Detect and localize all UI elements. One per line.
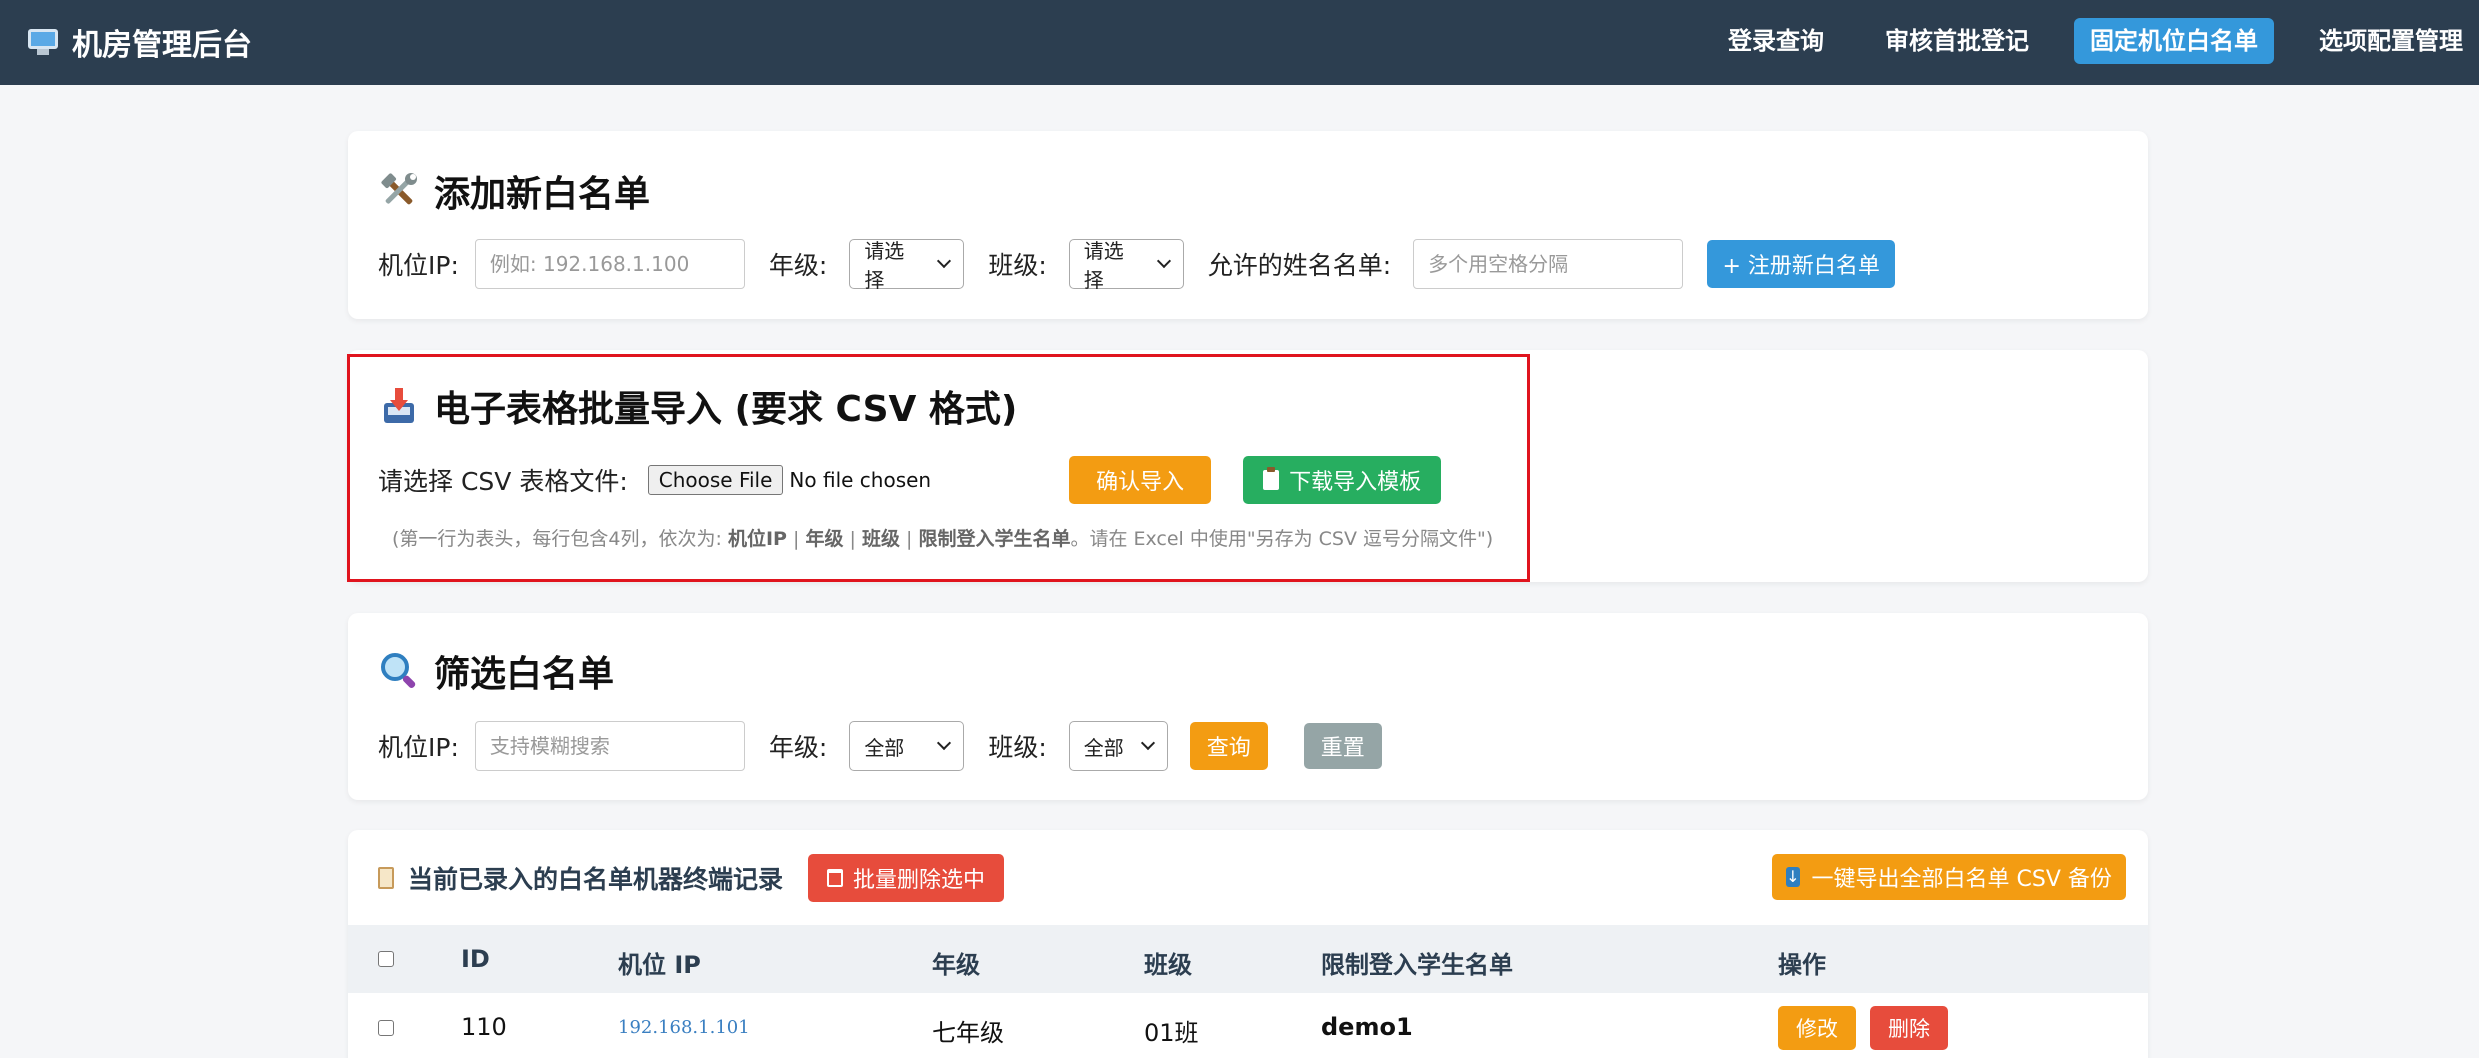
filter-ip-label: 机位IP: [378,733,459,762]
filter-form: 机位IP: 年级: 全部 班级: 全部 查询 重置 [378,721,1382,771]
filter-title: 筛选白名单 [378,645,614,697]
nav-link-options-config[interactable]: 选项配置管理 [2303,18,2479,64]
download-template-button[interactable]: 下载导入模板 [1243,456,1442,504]
inbox-tray-icon [378,385,420,427]
trash-icon [826,869,843,887]
top-nav: 机房管理后台 登录查询 审核首批登记 固定机位白名单 选项配置管理 [0,0,2479,85]
csv-import-card: 电子表格批量导入 (要求 CSV 格式) 请选择 CSV 表格文件: Choos… [348,350,2148,582]
col-grade: 年级 [932,951,980,979]
clipboard-icon [378,867,394,889]
chevron-down-icon [1156,253,1171,269]
chevron-down-icon [1140,735,1155,751]
confirm-import-button[interactable]: 确认导入 [1069,456,1212,504]
filter-class-select[interactable]: 全部 [1068,721,1168,771]
monitor-icon [28,29,58,55]
col-students: 限制登入学生名单 [1321,951,1513,979]
whitelist-table-card: 当前已录入的白名单机器终端记录 批量删除选中 ↓ 一键导出全部白名单 CSV 备… [348,830,2148,1058]
col-ip: 机位 IP [618,951,701,979]
magnifier-icon [378,650,420,692]
nav-links: 登录查询 审核首批登记 固定机位白名单 选项配置管理 [1712,18,2479,64]
clipboard-icon [1263,467,1280,490]
class-select[interactable]: 请选择 [1068,239,1184,292]
table-row: 110 192.168.1.101 七年级 01班 demo1 修改 删除 [348,993,2148,1058]
cell-students: demo1 [1321,1013,1413,1041]
filter-ip-input[interactable] [474,721,745,771]
cell-ip[interactable]: 192.168.1.101 [618,1017,750,1038]
grade-label: 年级: [768,251,828,280]
reset-button[interactable]: 重置 [1303,723,1382,769]
add-whitelist-form: 机位IP: 年级: 请选择 班级: 请选择 允许的姓名名单: + 注册新白名单 [378,239,1896,292]
nav-link-review-registration[interactable]: 审核首批登记 [1869,18,2045,64]
export-csv-button[interactable]: ↓ 一键导出全部白名单 CSV 备份 [1772,854,2126,900]
ip-label: 机位IP: [378,251,459,280]
csv-import-form: 请选择 CSV 表格文件: Choose File No file chosen… [378,455,1442,505]
cell-id: 110 [461,1013,507,1041]
col-class: 班级 [1144,951,1192,979]
nav-link-login-query[interactable]: 登录查询 [1712,18,1840,64]
file-status: No file chosen [789,468,932,492]
grade-select[interactable]: 请选择 [849,239,965,292]
cell-class: 01班 [1144,1019,1199,1047]
filter-class-label: 班级: [988,733,1047,762]
brand: 机房管理后台 [28,22,252,63]
batch-delete-button[interactable]: 批量删除选中 [808,854,1004,902]
names-label: 允许的姓名名单: [1207,251,1392,280]
delete-button[interactable]: 删除 [1870,1006,1948,1050]
filter-grade-select[interactable]: 全部 [849,721,965,771]
table-header: ID 机位 IP 年级 班级 限制登入学生名单 操作 [348,925,2148,993]
tools-icon [378,170,420,212]
col-actions: 操作 [1778,951,1826,979]
add-whitelist-title: 添加新白名单 [378,165,650,217]
table-title: 当前已录入的白名单机器终端记录 [378,860,783,896]
csv-format-hint: (第一行为表头，每行包含4列，依次为: 机位IP | 年级 | 班级 | 限制登… [392,528,1494,550]
csv-file-label: 请选择 CSV 表格文件: [378,467,628,496]
download-arrow-icon: ↓ [1786,867,1800,887]
edit-button[interactable]: 修改 [1778,1006,1856,1050]
choose-file-button[interactable]: Choose File [647,465,784,495]
names-input[interactable] [1413,239,1684,289]
row-checkbox[interactable] [378,1020,394,1036]
class-label: 班级: [988,251,1047,280]
cell-grade: 七年级 [932,1019,1004,1047]
ip-input[interactable] [474,239,745,289]
chevron-down-icon [937,253,952,269]
chevron-down-icon [937,735,952,751]
select-all-checkbox[interactable] [378,951,394,967]
add-whitelist-card: 添加新白名单 机位IP: 年级: 请选择 班级: 请选择 允许的姓名名单: + … [348,131,2148,319]
brand-title: 机房管理后台 [72,28,252,63]
nav-link-whitelist[interactable]: 固定机位白名单 [2074,18,2274,64]
csv-import-title: 电子表格批量导入 (要求 CSV 格式) [378,380,1017,432]
filter-card: 筛选白名单 机位IP: 年级: 全部 班级: 全部 查询 重置 [348,613,2148,800]
filter-grade-label: 年级: [768,733,828,762]
col-id: ID [461,945,490,973]
query-button[interactable]: 查询 [1189,722,1268,770]
register-whitelist-button[interactable]: + 注册新白名单 [1707,240,1896,288]
